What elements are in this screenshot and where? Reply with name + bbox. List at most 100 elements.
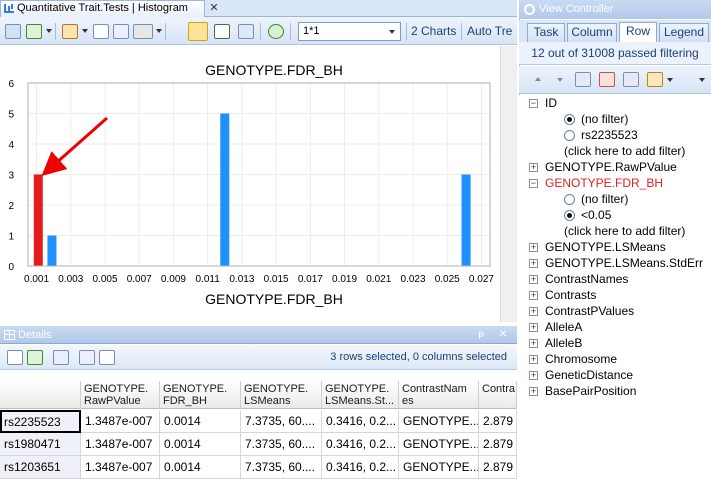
table-cell[interactable]: 2.879	[479, 433, 517, 456]
tree-item-fdr-bh[interactable]: GENOTYPE.FDR_BH	[545, 175, 663, 191]
chart-scrollbar[interactable]	[500, 46, 517, 322]
histogram-bar[interactable]	[47, 235, 57, 267]
radio-fdr-value[interactable]	[564, 210, 575, 221]
chevron-down-icon[interactable]	[385, 24, 399, 39]
tree-item-geneticdistance[interactable]: GeneticDistance	[545, 367, 633, 383]
new-page-icon[interactable]	[93, 24, 109, 39]
close-icon[interactable]: ✕	[208, 2, 220, 14]
row-header[interactable]: rs1980471	[0, 433, 81, 456]
histogram-tab[interactable]: Quantitative Trait.Tests | Histogram	[0, 0, 205, 17]
move-up-icon[interactable]	[535, 77, 541, 81]
tree-item-contrastnames[interactable]: ContrastNames	[545, 271, 628, 287]
tree-item-id[interactable]: ID	[545, 95, 557, 111]
table-cell[interactable]: GENOTYPE....	[399, 433, 479, 456]
table-cell[interactable]: 0.0014	[160, 410, 241, 433]
column-header[interactable]: Contra	[479, 381, 517, 409]
filter-list-icon[interactable]	[575, 72, 591, 87]
expand-icon[interactable]: +	[529, 243, 538, 252]
close-icon[interactable]: ✕	[497, 329, 509, 341]
expand-icon[interactable]: +	[529, 355, 538, 364]
id-add-filter-link[interactable]: (click here to add filter)	[564, 143, 685, 159]
copy-image-icon[interactable]	[62, 24, 78, 39]
refresh-icon[interactable]	[268, 24, 284, 39]
merge-icon[interactable]	[53, 350, 69, 365]
tab-task[interactable]: Task	[527, 23, 565, 42]
tree-item-contrasts[interactable]: Contrasts	[545, 287, 596, 303]
auto-button[interactable]: Auto Tre	[467, 24, 512, 38]
table-cell[interactable]: 1.3487e-007	[81, 433, 160, 456]
column-header[interactable]: GENOTYPE. RawPValue	[81, 381, 160, 409]
move-down-icon[interactable]	[557, 78, 563, 82]
pointer-select-icon[interactable]	[188, 22, 208, 41]
new-page-icon[interactable]	[7, 350, 23, 365]
filter-options-icon[interactable]	[647, 72, 663, 87]
row-header-corner[interactable]	[0, 381, 81, 409]
table-cell[interactable]: GENOTYPE....	[399, 410, 479, 433]
zoom-select[interactable]: 1*1	[298, 22, 401, 41]
tab-legend[interactable]: Legend	[659, 23, 709, 42]
tree-item-rawpvalue[interactable]: GENOTYPE.RawPValue	[545, 159, 677, 175]
table-cell[interactable]: 1.3487e-007	[81, 456, 160, 479]
tree-item-chromosome[interactable]: Chromosome	[545, 351, 617, 367]
table-cell[interactable]: 0.0014	[160, 433, 241, 456]
fdr-add-filter-link[interactable]: (click here to add filter)	[564, 223, 685, 239]
chevron-down-icon[interactable]	[156, 29, 162, 33]
chevron-down-icon[interactable]	[82, 29, 88, 33]
table-cell[interactable]: GENOTYPE....	[399, 456, 479, 479]
radio-id-value[interactable]	[564, 130, 575, 141]
collapse-icon[interactable]: −	[529, 99, 538, 108]
table-cell[interactable]: 0.3416, 0.2...	[322, 433, 399, 456]
row-header[interactable]: rs2235523	[0, 410, 81, 433]
chevron-down-icon[interactable]	[667, 78, 673, 82]
histogram-bar[interactable]	[461, 174, 471, 267]
tree-item-basepairposition[interactable]: BasePairPosition	[545, 383, 636, 399]
expand-icon[interactable]: +	[529, 371, 538, 380]
tree-item-contrastpvalues[interactable]: ContrastPValues	[545, 303, 634, 319]
two-charts-button[interactable]: 2 Charts	[411, 24, 456, 38]
expand-icon[interactable]: +	[529, 387, 538, 396]
expand-icon[interactable]: +	[529, 163, 538, 172]
column-header[interactable]: ContrastNam es	[399, 381, 479, 409]
copy-icon[interactable]	[113, 24, 129, 39]
pin-icon[interactable]: ᵽ	[475, 329, 487, 341]
zoom-icon[interactable]	[214, 24, 230, 39]
table-cell[interactable]: 1.3487e-007	[81, 410, 160, 433]
chevron-down-icon[interactable]	[699, 78, 705, 82]
table-cell[interactable]: 2.879	[479, 456, 517, 479]
tree-item-alleleb[interactable]: AlleleB	[545, 335, 582, 351]
tree-item-lsmeans-stderr[interactable]: GENOTYPE.LSMeans.StdErr	[545, 255, 703, 271]
properties-icon[interactable]	[5, 24, 21, 39]
table-cell[interactable]: 0.0014	[160, 456, 241, 479]
tab-column[interactable]: Column	[567, 23, 617, 42]
expand-icon[interactable]: +	[529, 291, 538, 300]
histogram-bar[interactable]	[33, 174, 43, 267]
tree-item-allelea[interactable]: AlleleA	[545, 319, 582, 335]
fit-icon[interactable]	[238, 24, 254, 39]
excel-export-icon[interactable]	[26, 24, 42, 39]
filter-edit-icon[interactable]	[623, 72, 639, 87]
expand-icon[interactable]: +	[529, 339, 538, 348]
histogram-chart[interactable]: GENOTYPE.FDR_BH GENOTYPE.FDR_BH 01234560…	[0, 46, 500, 322]
filter-delete-icon[interactable]	[599, 72, 615, 87]
tab-row[interactable]: Row	[619, 22, 657, 42]
table-cell[interactable]: 2.879	[479, 410, 517, 433]
excel-export-icon[interactable]	[27, 350, 43, 365]
column-header[interactable]: GENOTYPE. FDR_BH	[160, 381, 241, 409]
radio-id-no-filter[interactable]	[564, 114, 575, 125]
column-header[interactable]: GENOTYPE. LSMeans	[241, 381, 322, 409]
tree-item-lsmeans[interactable]: GENOTYPE.LSMeans	[545, 239, 666, 255]
histogram-bar[interactable]	[220, 113, 230, 267]
print-icon[interactable]	[133, 24, 153, 39]
expand-icon[interactable]: +	[529, 275, 538, 284]
chevron-down-icon[interactable]	[46, 29, 52, 33]
table-cell[interactable]: 7.3735, 60....	[241, 433, 322, 456]
radio-fdr-no-filter[interactable]	[564, 194, 575, 205]
table-cell[interactable]: 7.3735, 60....	[241, 456, 322, 479]
expand-icon[interactable]: +	[529, 307, 538, 316]
table-cell[interactable]: 7.3735, 60....	[241, 410, 322, 433]
row-header[interactable]: rs1203651	[0, 456, 81, 479]
collapse-icon[interactable]: −	[529, 179, 538, 188]
table-cell[interactable]: 0.3416, 0.2...	[322, 456, 399, 479]
expand-icon[interactable]: +	[529, 323, 538, 332]
table-cell[interactable]: 0.3416, 0.2...	[322, 410, 399, 433]
